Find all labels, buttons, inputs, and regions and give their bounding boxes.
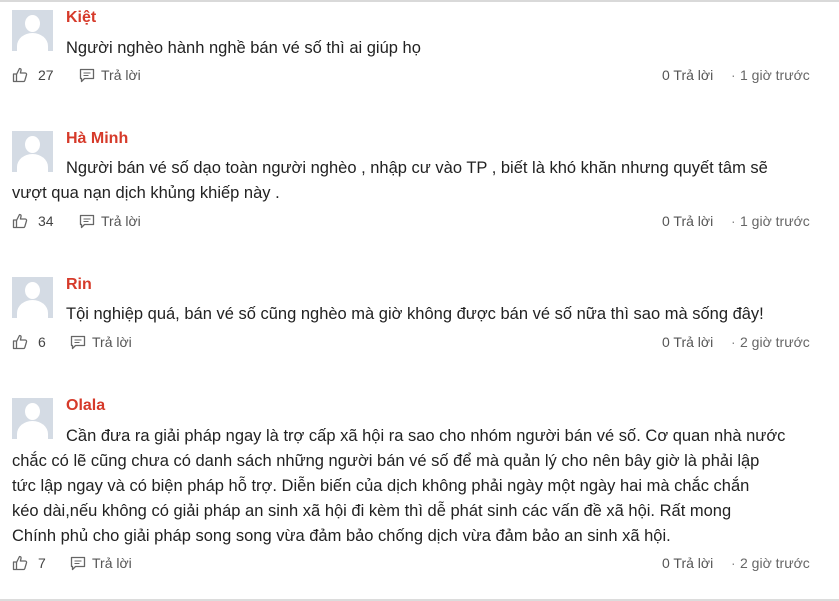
separator: · — [731, 555, 736, 571]
separator: · — [731, 67, 736, 83]
like-count: 34 — [38, 213, 54, 229]
speech-bubble-icon — [79, 214, 95, 228]
like-count: 7 — [38, 555, 46, 571]
reply-count-link[interactable]: 0 Trả lời — [662, 67, 713, 83]
like-button[interactable]: 7 — [12, 555, 46, 571]
reply-count-link[interactable]: 0 Trả lời — [662, 334, 713, 350]
thumbs-up-icon — [12, 213, 28, 229]
comment-time: 1 giờ trước — [740, 67, 810, 83]
like-button[interactable]: 6 — [12, 334, 46, 350]
comment-author[interactable]: Kiệt — [66, 9, 96, 27]
comment-text: Người nghèo hành nghề bán vé số thì ai g… — [66, 39, 421, 57]
speech-bubble-icon — [79, 68, 95, 82]
separator: · — [731, 213, 736, 229]
comment-time: 2 giờ trước — [740, 334, 810, 350]
reply-button[interactable]: Trả lời — [70, 334, 132, 350]
comment-time: 1 giờ trước — [740, 213, 810, 229]
comment-actions: 7 Trả lời 0 Trả lời · 2 giờ trước — [0, 555, 839, 575]
comment-author[interactable]: Hà Minh — [66, 130, 128, 148]
speech-bubble-icon — [70, 335, 86, 349]
reply-button[interactable]: Trả lời — [79, 213, 141, 229]
comment-actions: 34 Trả lời 0 Trả lời · 1 giờ trước — [0, 213, 839, 233]
reply-button[interactable]: Trả lời — [70, 555, 132, 571]
comment-actions: 6 Trả lời 0 Trả lời · 2 giờ trước — [0, 334, 839, 354]
comment-time: 2 giờ trước — [740, 555, 810, 571]
like-count: 27 — [38, 67, 54, 83]
like-count: 6 — [38, 334, 46, 350]
top-divider — [0, 0, 839, 2]
speech-bubble-icon — [70, 556, 86, 570]
thumbs-up-icon — [12, 67, 28, 83]
like-button[interactable]: 34 — [12, 213, 54, 229]
reply-count-link[interactable]: 0 Trả lời — [662, 555, 713, 571]
comment-text: Cần đưa ra giải pháp ngay là trợ cấp xã … — [12, 427, 786, 545]
thumbs-up-icon — [12, 555, 28, 571]
reply-count-link[interactable]: 0 Trả lời — [662, 213, 713, 229]
comment-actions: 27 Trả lời 0 Trả lời · 1 giờ trước — [0, 67, 839, 87]
comment-text: Tội nghiệp quá, bán vé số cũng nghèo mà … — [66, 305, 764, 323]
avatar[interactable] — [12, 277, 53, 318]
like-button[interactable]: 27 — [12, 67, 54, 83]
separator: · — [731, 334, 736, 350]
comment-text: Người bán vé số dạo toàn người nghèo , n… — [12, 159, 768, 202]
thumbs-up-icon — [12, 334, 28, 350]
comment-author[interactable]: Olala — [66, 397, 105, 415]
reply-button[interactable]: Trả lời — [79, 67, 141, 83]
comment-author[interactable]: Rin — [66, 276, 92, 294]
avatar[interactable] — [12, 10, 53, 51]
